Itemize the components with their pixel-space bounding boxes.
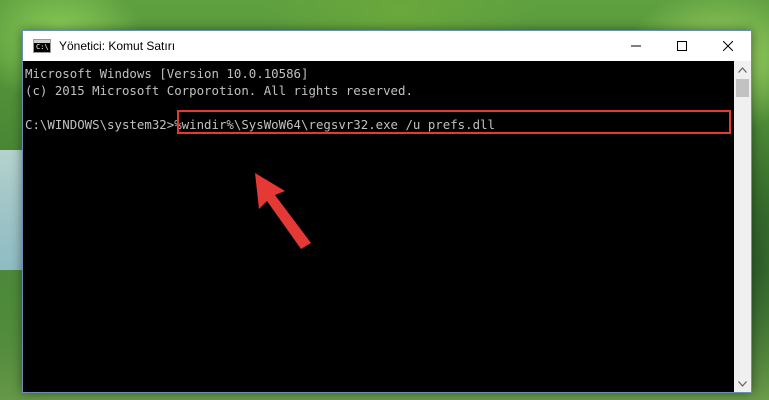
maximize-button[interactable] [659, 31, 705, 61]
minimize-icon [631, 45, 641, 47]
window-title: Yönetici: Komut Satırı [59, 39, 176, 53]
scroll-up-button[interactable] [734, 61, 751, 78]
chevron-up-icon [738, 66, 747, 73]
console-line-copyright: (c) 2015 Microsoft Corporotion. All righ… [25, 83, 413, 98]
cmd-app-icon: C:\ [33, 39, 51, 53]
close-icon [723, 41, 733, 51]
console-line-version: Microsoft Windows [Version 10.0.10586] [25, 66, 309, 81]
pointer-arrow-icon [255, 173, 311, 249]
command-prompt-window: C:\ Yönetici: Komut Satırı Microsoft Win… [22, 30, 752, 393]
minimize-button[interactable] [613, 31, 659, 61]
maximize-icon [677, 41, 687, 51]
command-line[interactable]: C:\WINDOWS\system32>%windir%\SysWoW64\re… [23, 110, 734, 134]
vertical-scrollbar[interactable] [734, 61, 751, 392]
console-output-area[interactable]: Microsoft Windows [Version 10.0.10586] (… [23, 61, 734, 392]
scroll-down-button[interactable] [734, 375, 751, 392]
scroll-thumb[interactable] [736, 79, 749, 97]
title-bar[interactable]: C:\ Yönetici: Komut Satırı [23, 31, 751, 61]
command-highlight-box [177, 110, 731, 134]
command-prompt-path: C:\WINDOWS\system32> [25, 117, 175, 132]
close-button[interactable] [705, 31, 751, 61]
chevron-down-icon [738, 380, 747, 387]
